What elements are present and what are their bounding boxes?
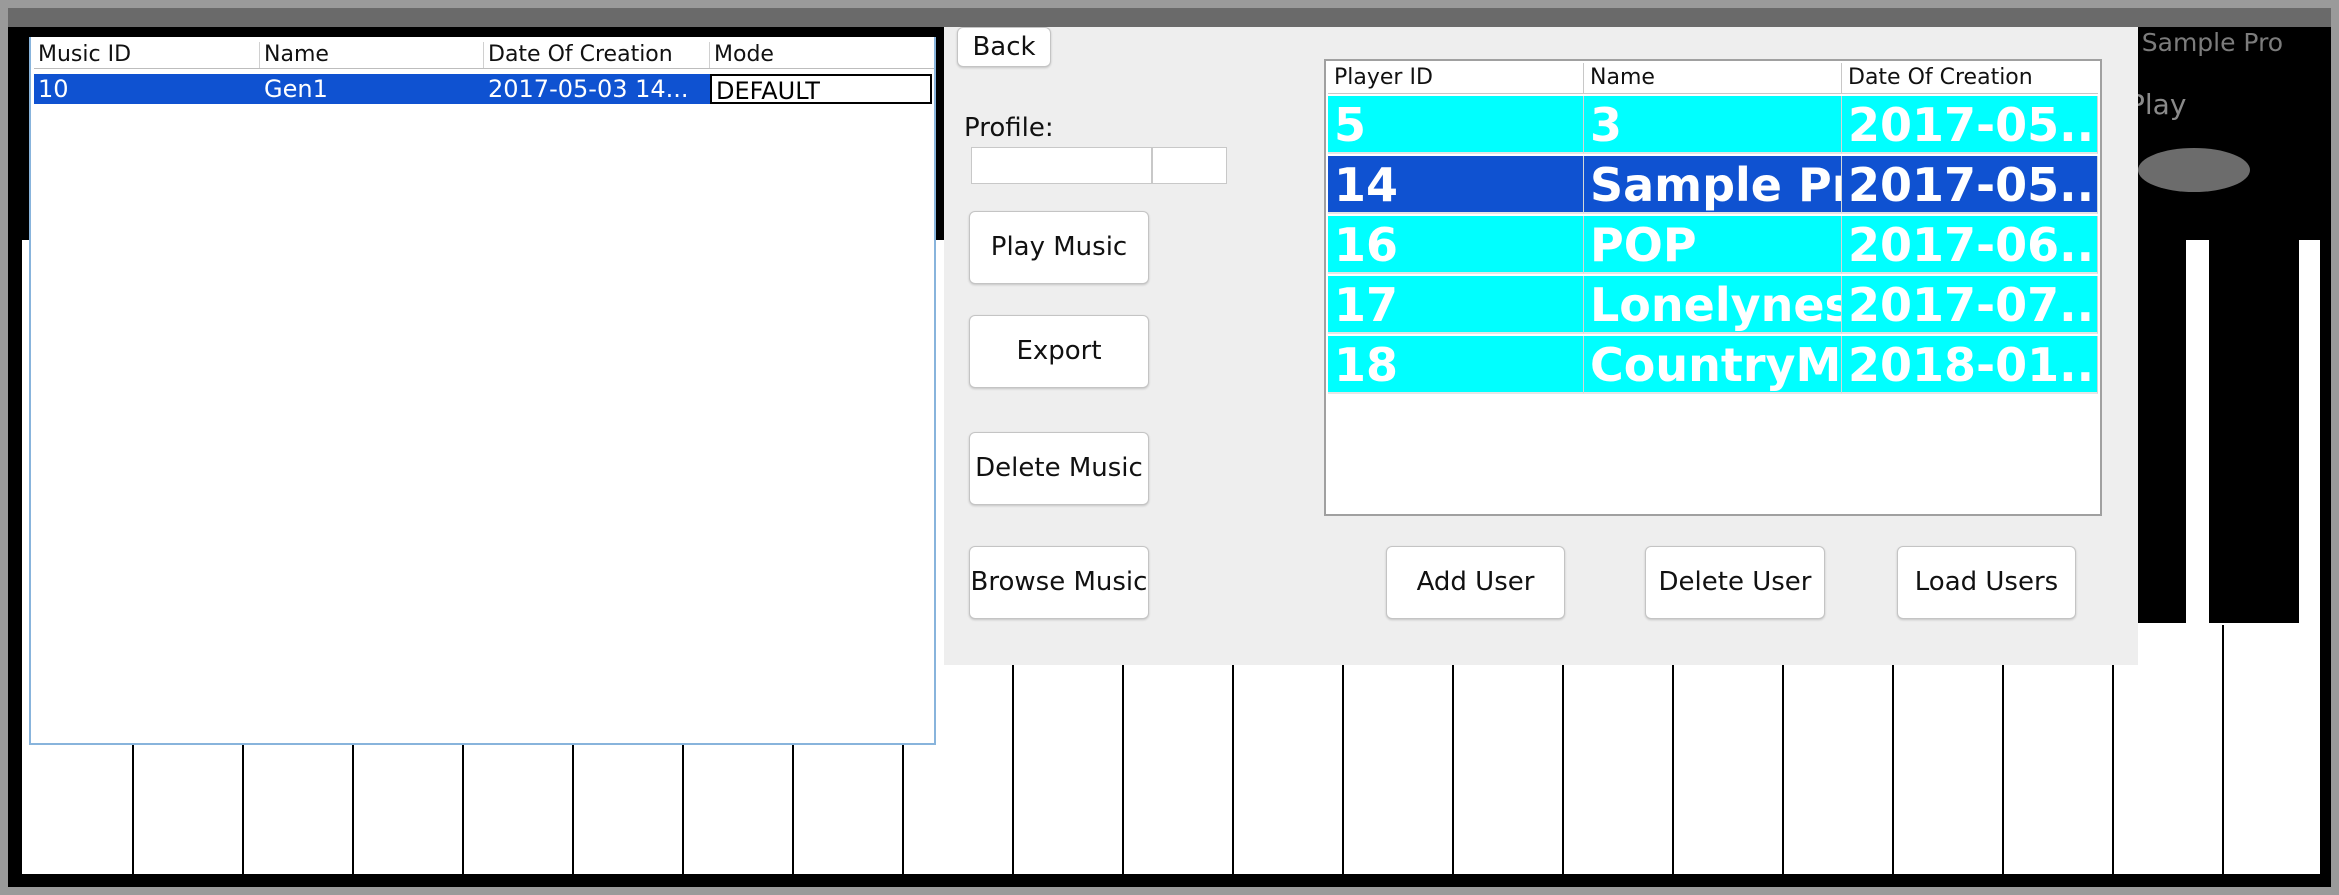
export-button[interactable]: Export <box>969 315 1149 388</box>
column-header-player-id[interactable]: Player ID <box>1328 63 1584 93</box>
piano-key-divider <box>462 745 464 874</box>
profile-field[interactable] <box>971 147 1152 184</box>
piano-key-divider <box>1562 665 1564 874</box>
column-header-date[interactable]: Date Of Creation <box>1842 63 2098 93</box>
table-row[interactable]: 18 CountryM... 2018-01... <box>1328 336 2098 394</box>
window-title: e: Sample Pro <box>2110 28 2284 57</box>
table-row[interactable]: 10 Gen1 2017-05-03 14... DEFAULT <box>34 74 934 104</box>
music-list-panel: Music ID Name Date Of Creation Mode 10 G… <box>29 37 936 745</box>
piano-key-divider <box>682 745 684 874</box>
table-row[interactable]: 16 POP 2017-06... <box>1328 216 2098 274</box>
player-id-cell: 17 <box>1328 276 1584 334</box>
piano-black-key[interactable] <box>2209 240 2299 623</box>
piano-key-divider <box>132 745 134 874</box>
player-date-cell: 2017-07... <box>1842 276 2098 334</box>
player-name-cell: 3 <box>1584 96 1842 154</box>
column-header-mode[interactable]: Mode <box>710 42 934 68</box>
piano-key-divider <box>1122 665 1124 874</box>
delete-user-button[interactable]: Delete User <box>1645 546 1825 619</box>
users-table: Player ID Name Date Of Creation 5 3 2017… <box>1324 59 2102 516</box>
piano-key-divider <box>1892 665 1894 874</box>
piano-black-key[interactable] <box>2132 240 2186 623</box>
player-id-cell: 14 <box>1328 156 1584 214</box>
piano-key-divider <box>1672 665 1674 874</box>
play-disc-icon <box>2138 148 2250 192</box>
piano-key-divider <box>1232 665 1234 874</box>
piano-key-divider <box>572 745 574 874</box>
music-mode-cell[interactable]: DEFAULT <box>710 74 932 104</box>
piano-key-divider <box>1012 665 1014 874</box>
player-date-cell: 2017-05... <box>1842 96 2098 154</box>
piano-key-divider <box>1452 665 1454 874</box>
piano-key-divider <box>902 745 904 874</box>
music-id-cell: 10 <box>34 74 260 104</box>
column-header-name[interactable]: Name <box>1584 63 1842 93</box>
users-table-header: Player ID Name Date Of Creation <box>1328 63 2098 94</box>
column-header-music-id[interactable]: Music ID <box>34 42 260 68</box>
column-header-date[interactable]: Date Of Creation <box>484 42 710 68</box>
column-header-name[interactable]: Name <box>260 42 484 68</box>
piano-key-divider <box>1342 665 1344 874</box>
player-date-cell: 2018-01... <box>1842 336 2098 394</box>
piano-key-divider <box>352 745 354 874</box>
player-id-cell: 5 <box>1328 96 1584 154</box>
piano-key-divider <box>1782 665 1784 874</box>
title-bar <box>8 8 2331 27</box>
player-date-cell: 2017-06... <box>1842 216 2098 274</box>
profile-label: Profile: <box>964 113 1054 143</box>
back-button[interactable]: Back <box>957 27 1051 67</box>
music-name-cell: Gen1 <box>260 74 484 104</box>
player-id-cell: 18 <box>1328 336 1584 394</box>
player-name-cell: Sample Pro <box>1584 156 1842 214</box>
music-table-header: Music ID Name Date Of Creation Mode <box>34 42 934 69</box>
load-users-button[interactable]: Load Users <box>1897 546 2076 619</box>
table-row-selected[interactable]: 14 Sample Pro 2017-05... <box>1328 156 2098 214</box>
player-name-cell: POP <box>1584 216 1842 274</box>
player-name-cell: Lonelyness <box>1584 276 1842 334</box>
play-music-button[interactable]: Play Music <box>969 211 1149 284</box>
delete-music-button[interactable]: Delete Music <box>969 432 1149 505</box>
player-date-cell: 2017-05... <box>1842 156 2098 214</box>
table-row[interactable]: 17 Lonelyness 2017-07... <box>1328 276 2098 334</box>
piano-key-divider <box>2222 625 2224 874</box>
piano-key-divider <box>2002 665 2004 874</box>
table-row[interactable]: 5 3 2017-05... <box>1328 96 2098 154</box>
piano-key-divider <box>242 745 244 874</box>
player-id-cell: 16 <box>1328 216 1584 274</box>
add-user-button[interactable]: Add User <box>1386 546 1565 619</box>
player-name-cell: CountryM... <box>1584 336 1842 394</box>
browse-music-button[interactable]: Browse Music <box>969 546 1149 619</box>
piano-key-divider <box>792 745 794 874</box>
profile-field-extension[interactable] <box>1152 147 1227 184</box>
music-date-cell: 2017-05-03 14... <box>484 74 710 104</box>
